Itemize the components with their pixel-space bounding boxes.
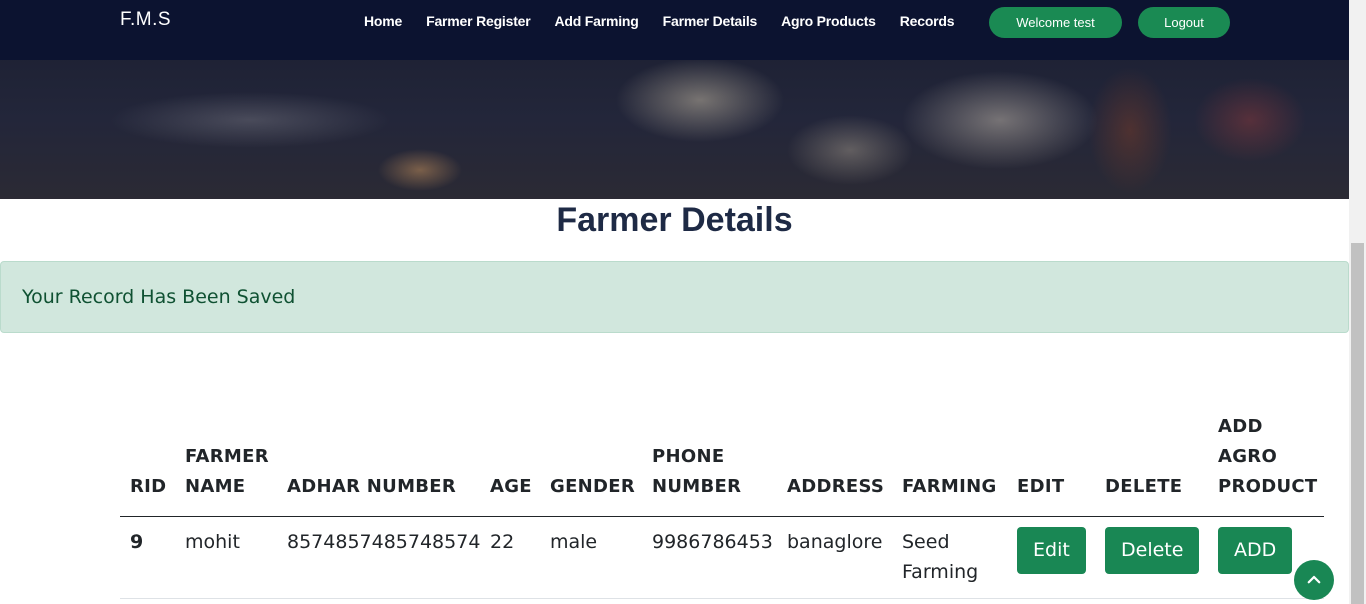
- cell-delete: Delete: [1095, 516, 1208, 599]
- farmer-table: RID FARMER NAME ADHAR NUMBER AGE GENDER …: [120, 412, 1324, 599]
- cell-edit: Edit: [1007, 516, 1095, 599]
- col-header-address: ADDRESS: [777, 412, 892, 517]
- welcome-button[interactable]: Welcome test: [989, 7, 1122, 38]
- nav-home[interactable]: Home: [364, 13, 402, 29]
- navbar: F.M.S Home Farmer Register Add Farming F…: [0, 0, 1349, 60]
- col-header-farmer-name: FARMER NAME: [175, 412, 277, 517]
- cell-address: banaglore: [777, 516, 892, 599]
- col-header-age: AGE: [480, 412, 540, 517]
- nav-links: Home Farmer Register Add Farming Farmer …: [364, 13, 978, 29]
- back-to-top-button[interactable]: [1294, 560, 1334, 600]
- success-alert: Your Record Has Been Saved: [0, 261, 1349, 333]
- cell-farmer-name: mohit: [175, 516, 277, 599]
- add-agro-product-button[interactable]: ADD: [1218, 527, 1293, 574]
- chevron-up-icon: [1307, 575, 1321, 584]
- col-header-gender: GENDER: [540, 412, 642, 517]
- page-scrollbar[interactable]: [1349, 0, 1366, 604]
- nav-farmer-register[interactable]: Farmer Register: [426, 13, 531, 29]
- col-header-adhar-number: ADHAR NUMBER: [277, 412, 480, 517]
- farmer-table-wrapper: RID FARMER NAME ADHAR NUMBER AGE GENDER …: [120, 412, 1324, 599]
- col-header-add-agro-product: ADD AGRO PRODUCT: [1208, 412, 1324, 517]
- col-header-phone-number: PHONE NUMBER: [642, 412, 777, 517]
- delete-button[interactable]: Delete: [1105, 527, 1200, 574]
- table-row: 9 mohit 8574857485748574 22 male 9986786…: [120, 516, 1324, 599]
- col-header-edit: EDIT: [1007, 412, 1095, 517]
- nav-agro-products[interactable]: Agro Products: [781, 13, 876, 29]
- logout-button[interactable]: Logout: [1138, 7, 1230, 38]
- scrollbar-thumb[interactable]: [1351, 243, 1364, 604]
- cell-gender: male: [540, 516, 642, 599]
- col-header-rid: RID: [120, 412, 175, 517]
- nav-records[interactable]: Records: [900, 13, 955, 29]
- cell-phone-number: 9986786453: [642, 516, 777, 599]
- cell-age: 22: [480, 516, 540, 599]
- page-title: Farmer Details: [556, 201, 793, 239]
- cell-farming: Seed Farming: [892, 516, 1007, 599]
- hero-banner: F.M.S Home Farmer Register Add Farming F…: [0, 0, 1349, 199]
- col-header-delete: DELETE: [1095, 412, 1208, 517]
- col-header-farming: FARMING: [892, 412, 1007, 517]
- nav-add-farming[interactable]: Add Farming: [555, 13, 639, 29]
- page: F.M.S Home Farmer Register Add Farming F…: [0, 0, 1366, 604]
- cell-rid: 9: [120, 516, 175, 599]
- nav-farmer-details[interactable]: Farmer Details: [663, 13, 758, 29]
- cell-adhar-number: 8574857485748574: [277, 516, 480, 599]
- brand-logo[interactable]: F.M.S: [120, 9, 171, 31]
- table-header-row: RID FARMER NAME ADHAR NUMBER AGE GENDER …: [120, 412, 1324, 517]
- edit-button[interactable]: Edit: [1017, 527, 1086, 574]
